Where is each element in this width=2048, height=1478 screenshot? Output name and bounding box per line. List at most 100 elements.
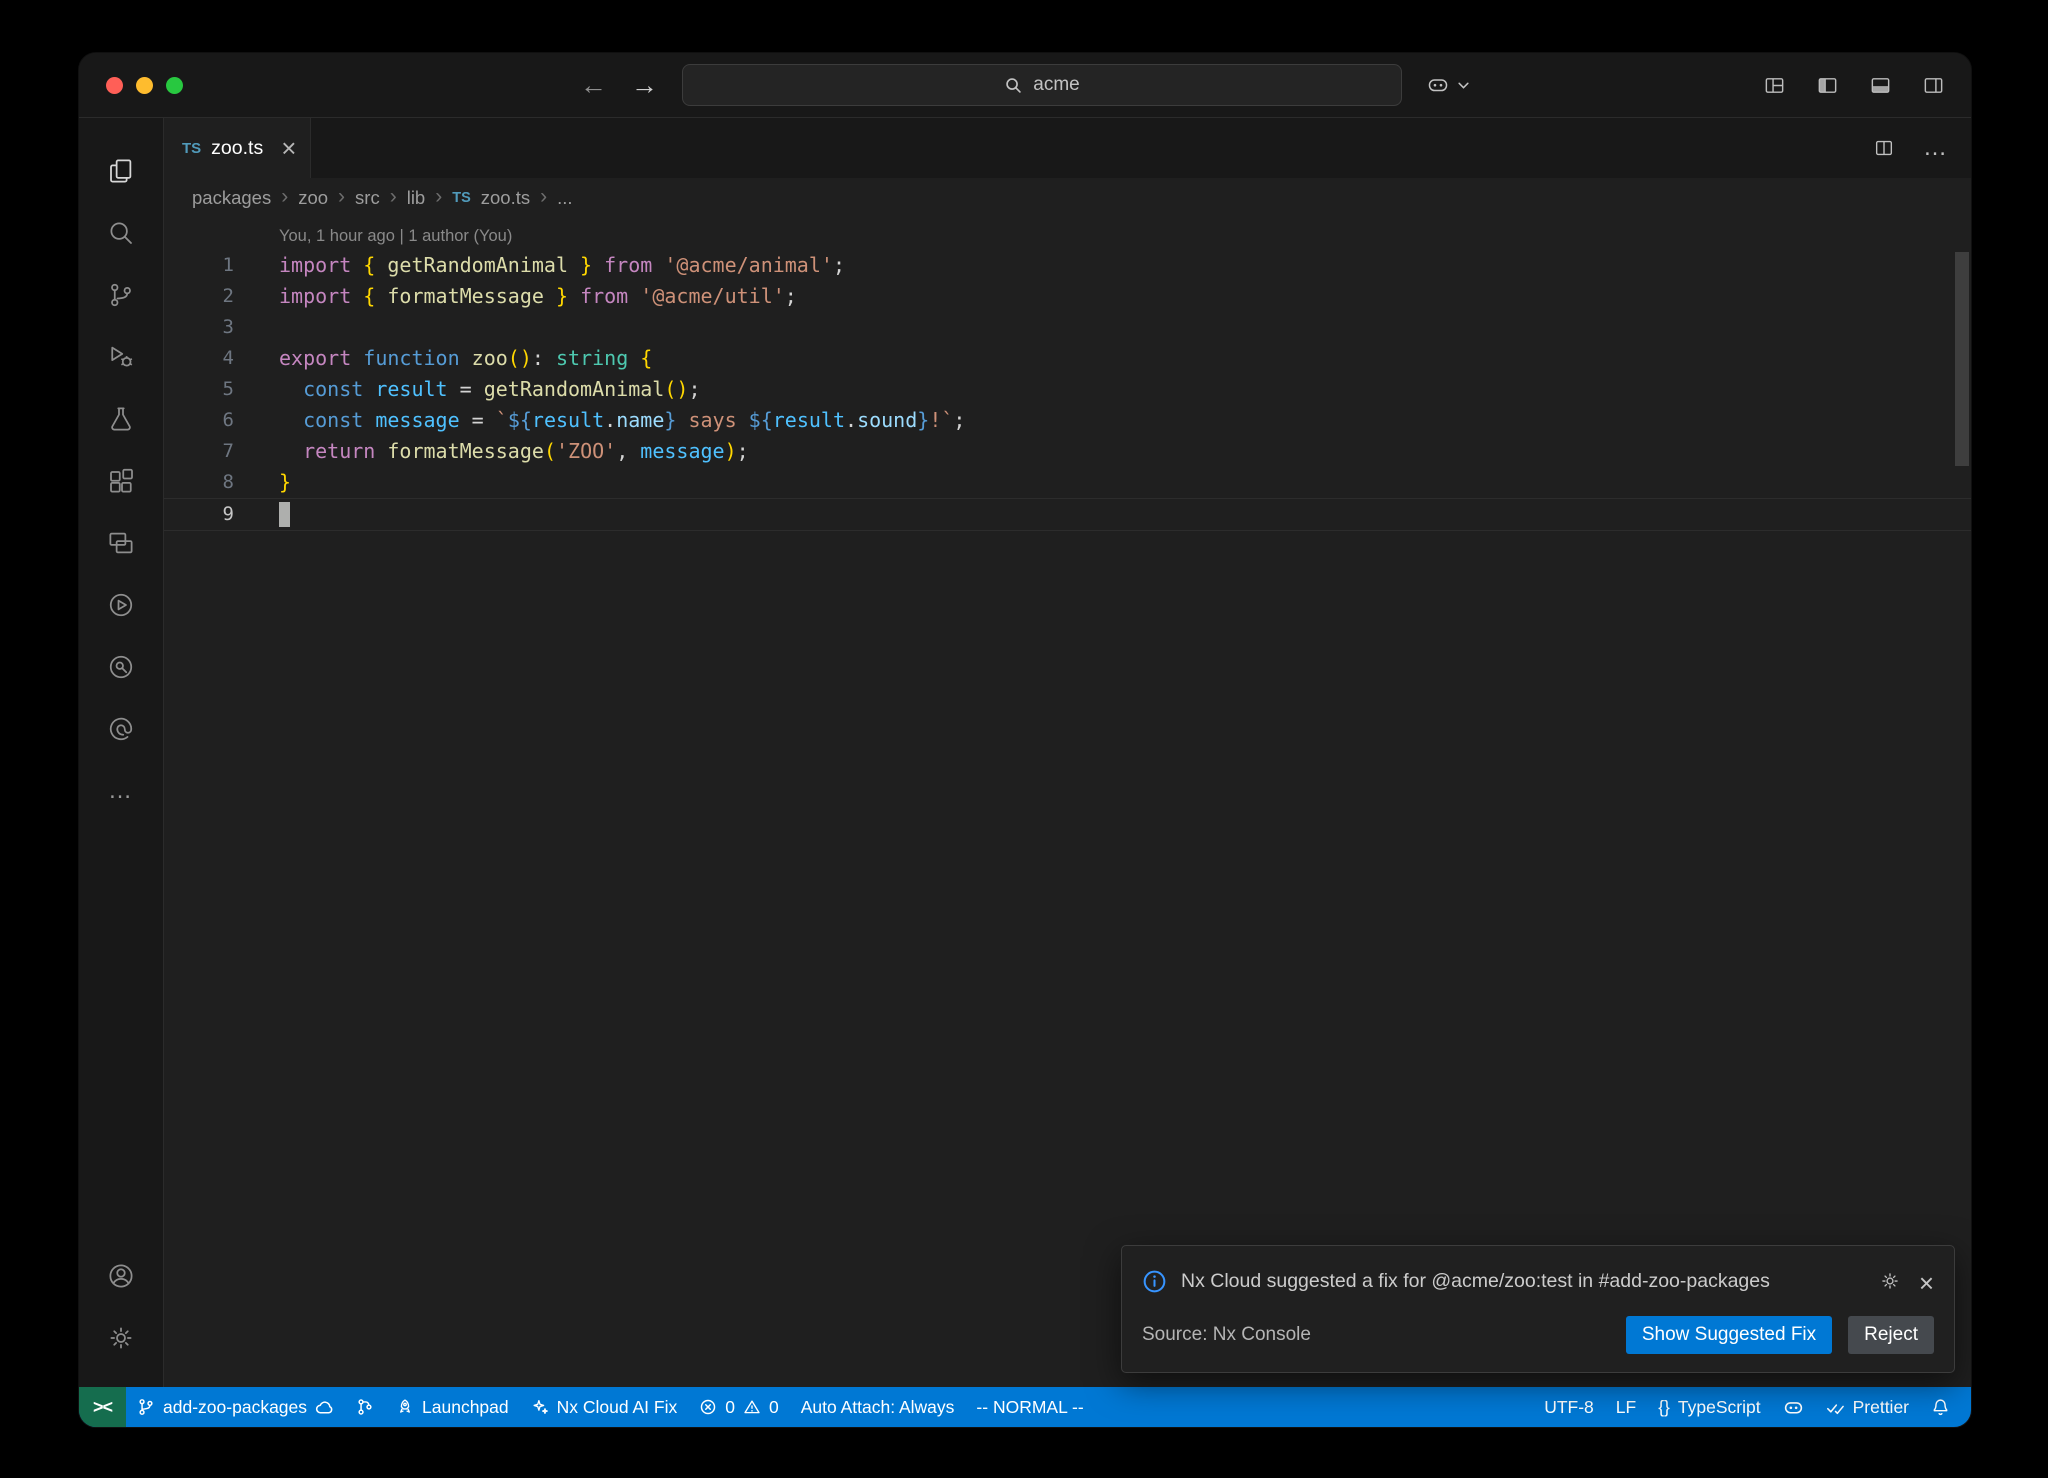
navigate-forward-icon[interactable]: → [631, 72, 658, 99]
minimize-window-button[interactable] [136, 77, 153, 94]
code-token: : [532, 346, 556, 370]
code-token: says [676, 408, 748, 432]
run-circle-icon[interactable] [79, 574, 163, 636]
code-line-6[interactable]: 6 const message = `${result.name} says $… [164, 405, 1971, 436]
gear-icon[interactable] [1879, 1270, 1901, 1296]
more-views-icon[interactable]: … [79, 760, 163, 822]
code-token: { [640, 346, 652, 370]
remote-indicator[interactable]: >< [79, 1387, 126, 1427]
chevron-right-icon: › [390, 186, 397, 210]
navigate-back-icon[interactable]: ← [580, 72, 607, 99]
code-line-8[interactable]: 8} [164, 467, 1971, 498]
line-number[interactable]: 2 [164, 281, 234, 312]
explorer-icon[interactable] [79, 140, 163, 202]
copilot-status-indicator[interactable] [1772, 1387, 1815, 1427]
code-token: ${ [749, 408, 773, 432]
code-line-4[interactable]: 4export function zoo(): string { [164, 343, 1971, 374]
branch-indicator[interactable]: add-zoo-packages [126, 1387, 345, 1427]
edge-tools-icon[interactable] [79, 698, 163, 760]
vim-mode-indicator[interactable]: -- NORMAL -- [965, 1387, 1094, 1427]
run-debug-icon[interactable] [79, 326, 163, 388]
close-icon[interactable]: × [1919, 1270, 1934, 1296]
customize-layout-icon[interactable] [1763, 74, 1786, 97]
code-token: = [448, 377, 484, 401]
inspect-circle-icon[interactable] [79, 636, 163, 698]
code-token: message [640, 439, 724, 463]
toggle-secondary-sidebar-icon[interactable] [1922, 74, 1945, 97]
breadcrumb-item-src[interactable]: src [355, 187, 380, 209]
settings-gear-icon[interactable] [79, 1307, 163, 1369]
accounts-icon[interactable] [79, 1245, 163, 1307]
typescript-file-icon: TS [452, 190, 471, 206]
source-control-icon[interactable] [79, 264, 163, 326]
close-window-button[interactable] [106, 77, 123, 94]
breadcrumb-item-file[interactable]: zoo.ts [481, 187, 530, 209]
tab-close-icon[interactable]: × [281, 135, 296, 161]
line-number[interactable]: 6 [164, 405, 234, 436]
rocket-icon [396, 1398, 414, 1416]
breadcrumb-item-packages[interactable]: packages [192, 187, 271, 209]
launchpad-indicator[interactable]: Launchpad [385, 1387, 520, 1427]
reject-button[interactable]: Reject [1848, 1316, 1934, 1354]
code-line-2[interactable]: 2import { formatMessage } from '@acme/ut… [164, 281, 1971, 312]
code-token: from [604, 253, 664, 277]
breadcrumb-item-lib[interactable]: lib [407, 187, 426, 209]
code-token: = [460, 408, 496, 432]
line-number[interactable]: 5 [164, 374, 234, 405]
code-line-1[interactable]: 1import { getRandomAnimal } from '@acme/… [164, 250, 1971, 281]
nx-cloud-fix-indicator[interactable]: Nx Cloud AI Fix [520, 1387, 689, 1427]
code-line-9[interactable]: 9 [164, 498, 1971, 531]
code-content: export function zoo(): string { [234, 343, 652, 374]
notifications-indicator[interactable] [1920, 1387, 1961, 1427]
git-graph-indicator[interactable] [345, 1387, 385, 1427]
tab-zoo-ts[interactable]: TS zoo.ts × [164, 118, 311, 178]
auto-attach-indicator[interactable]: Auto Attach: Always [790, 1387, 966, 1427]
remote-explorer-icon[interactable] [79, 512, 163, 574]
code-line-7[interactable]: 7 return formatMessage('ZOO', message); [164, 436, 1971, 467]
line-number[interactable]: 1 [164, 250, 234, 281]
breadcrumb: packages › zoo › src › lib › TS zoo.ts ›… [164, 178, 1971, 218]
activity-bar: … [79, 118, 164, 1387]
code-token: } [917, 408, 929, 432]
toggle-panel-icon[interactable] [1869, 74, 1892, 97]
code-line-5[interactable]: 5 const result = getRandomAnimal(); [164, 374, 1971, 405]
breadcrumb-item-symbols[interactable]: ... [557, 187, 572, 209]
testing-icon[interactable] [79, 388, 163, 450]
encoding-label: UTF-8 [1544, 1397, 1594, 1418]
line-number[interactable]: 4 [164, 343, 234, 374]
language-indicator[interactable]: {} TypeScript [1647, 1387, 1771, 1427]
search-sidebar-icon[interactable] [79, 202, 163, 264]
more-actions-icon[interactable]: … [1923, 136, 1947, 160]
gitlens-codelens[interactable]: You, 1 hour ago | 1 author (You) [164, 222, 1971, 250]
line-number[interactable]: 9 [164, 499, 234, 530]
code-token: result [375, 377, 447, 401]
code-token: . [845, 408, 857, 432]
line-number[interactable]: 8 [164, 467, 234, 498]
code-token: !` [929, 408, 953, 432]
line-number[interactable]: 7 [164, 436, 234, 467]
code-line-3[interactable]: 3 [164, 312, 1971, 343]
code-token: result [773, 408, 845, 432]
notification-toast: Nx Cloud suggested a fix for @acme/zoo:t… [1121, 1245, 1955, 1373]
code-token: ; [785, 284, 797, 308]
encoding-indicator[interactable]: UTF-8 [1533, 1387, 1605, 1427]
eol-indicator[interactable]: LF [1605, 1387, 1647, 1427]
code-editor[interactable]: You, 1 hour ago | 1 author (You) 1import… [164, 218, 1971, 1387]
search-icon [1004, 76, 1023, 95]
show-suggested-fix-button[interactable]: Show Suggested Fix [1626, 1316, 1832, 1354]
notification-message: Nx Cloud suggested a fix for @acme/zoo:t… [1181, 1266, 1865, 1296]
formatter-indicator[interactable]: Prettier [1815, 1387, 1920, 1427]
copilot-menu-button[interactable] [1426, 73, 1470, 97]
breadcrumb-item-zoo[interactable]: zoo [298, 187, 328, 209]
editor-scrollbar[interactable] [1955, 252, 1969, 466]
extensions-icon[interactable] [79, 450, 163, 512]
code-token: ( [544, 439, 556, 463]
code-token: string [556, 346, 628, 370]
problems-indicator[interactable]: 0 0 [688, 1387, 789, 1427]
zoom-window-button[interactable] [166, 77, 183, 94]
line-number[interactable]: 3 [164, 312, 234, 343]
toggle-primary-sidebar-icon[interactable] [1816, 74, 1839, 97]
command-center-search[interactable]: acme [682, 64, 1402, 106]
split-editor-icon[interactable] [1873, 137, 1895, 159]
code-token: const [303, 377, 375, 401]
